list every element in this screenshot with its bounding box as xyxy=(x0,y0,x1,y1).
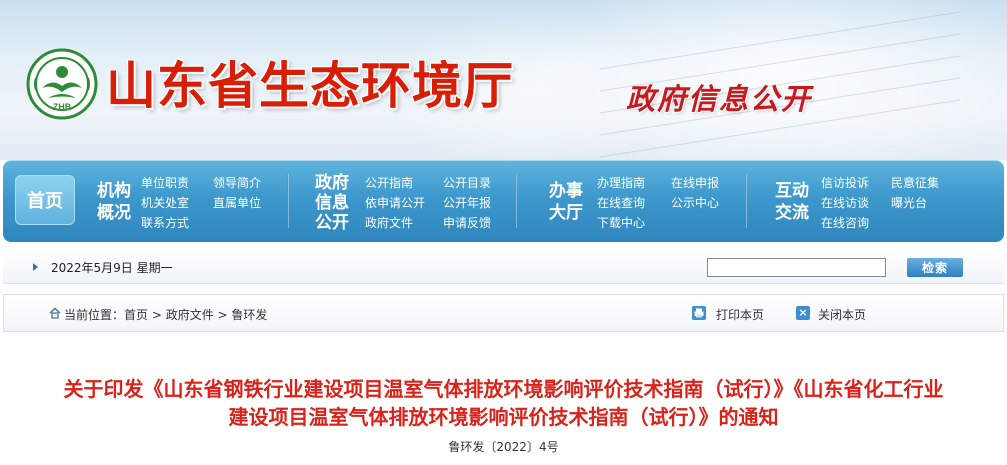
nav-link-departments[interactable]: 机关处室 xyxy=(141,194,189,211)
breadcrumb-separator: > xyxy=(148,308,166,322)
nav-link-annual-report[interactable]: 公开年报 xyxy=(443,194,491,211)
nav-heading-service[interactable]: 办事 大厅 xyxy=(541,172,591,232)
nav-link-feedback[interactable]: 申请反馈 xyxy=(443,214,491,231)
nav-group-service: 办事 大厅 办理指南 在线申报 在线查询 公示中心 下载中心 xyxy=(541,172,731,232)
home-icon xyxy=(49,307,61,319)
date-search-bar: 2022年5月9日 星期一 检索 xyxy=(3,250,1004,284)
nav-link-exposure[interactable]: 曝光台 xyxy=(891,194,927,211)
nav-heading-interact[interactable]: 互动 交流 xyxy=(767,172,817,232)
article-title-line1: 关于印发《山东省钢铁行业建设项目温室气体排放环境影响评价技术指南（试行）》《山东… xyxy=(63,377,944,401)
nav-link-consult[interactable]: 在线咨询 xyxy=(821,214,869,231)
site-subtitle: 政府信息公开 xyxy=(626,82,813,116)
search-input[interactable] xyxy=(707,258,886,277)
nav-link-interview[interactable]: 在线访谈 xyxy=(821,194,869,211)
breadcrumb-gov-files[interactable]: 政府文件 xyxy=(166,308,214,322)
breadcrumb-current[interactable]: 鲁环发 xyxy=(231,308,267,322)
article-title-line2: 建设项目温室气体排放环境影响评价技术指南（试行）》的通知 xyxy=(228,405,779,429)
nav-heading-info[interactable]: 政府 信息 公开 xyxy=(307,170,357,236)
nav-link-online-query[interactable]: 在线查询 xyxy=(597,194,645,211)
breadcrumb-bar: 当前位置：首页 > 政府文件 > 鲁环发 打印本页 × 关闭本页 xyxy=(3,294,1004,332)
nav-group-org: 机构 概况 单位职责 领导简介 机关处室 直属单位 联系方式 xyxy=(89,172,279,232)
nav-link-guide[interactable]: 公开指南 xyxy=(365,174,413,191)
site-title: 山东省生态环境厅 xyxy=(106,56,514,115)
nav-link-duties[interactable]: 单位职责 xyxy=(141,174,189,191)
nav-link-gov-files[interactable]: 政府文件 xyxy=(365,214,413,231)
nav-link-complaint[interactable]: 信访投诉 xyxy=(821,174,869,191)
nav-group-interact: 互动 交流 信访投诉 民意征集 在线访谈 曝光台 在线咨询 xyxy=(767,172,967,232)
current-date: 2022年5月9日 星期一 xyxy=(51,261,173,275)
nav-link-leaders[interactable]: 领导简介 xyxy=(213,174,261,191)
nav-link-online-apply[interactable]: 在线申报 xyxy=(671,174,719,191)
header-banner: ZHB 山东省生态环境厅 政府信息公开 xyxy=(0,0,1007,160)
close-icon[interactable]: × xyxy=(796,306,810,320)
nav-home-button[interactable]: 首页 xyxy=(15,175,75,225)
article-title: 关于印发《山东省钢铁行业建设项目温室气体排放环境影响评价技术指南（试行）》《山东… xyxy=(0,375,1007,431)
document-number: 鲁环发〔2022〕4号 xyxy=(448,440,559,454)
nav-link-affiliates[interactable]: 直属单位 xyxy=(213,194,261,211)
page-root: ZHB 山东省生态环境厅 政府信息公开 首页 机构 概况 单位职责 领导简介 机关… xyxy=(0,0,1007,465)
nav-link-apply[interactable]: 依申请公开 xyxy=(365,194,425,211)
breadcrumb-home[interactable]: 首页 xyxy=(124,308,148,322)
nav-link-procedure[interactable]: 办理指南 xyxy=(597,174,645,191)
nav-link-opinion[interactable]: 民意征集 xyxy=(891,174,939,191)
print-icon[interactable] xyxy=(692,306,706,320)
nav-separator xyxy=(745,174,747,228)
nav-separator xyxy=(515,174,517,228)
search-button[interactable]: 检索 xyxy=(907,258,963,277)
breadcrumb: 当前位置：首页 > 政府文件 > 鲁环发 xyxy=(64,306,267,323)
nav-link-notice-center[interactable]: 公示中心 xyxy=(671,194,719,211)
main-nav: 首页 机构 概况 单位职责 领导简介 机关处室 直属单位 联系方式 政府 信息 公开 … xyxy=(3,160,1004,242)
breadcrumb-separator: > xyxy=(213,308,232,322)
nav-link-contact[interactable]: 联系方式 xyxy=(141,214,189,231)
nav-link-downloads[interactable]: 下载中心 xyxy=(597,214,645,231)
print-page-button[interactable]: 打印本页 xyxy=(716,306,764,323)
close-page-button[interactable]: 关闭本页 xyxy=(818,306,866,323)
nav-link-catalog[interactable]: 公开目录 xyxy=(443,174,491,191)
arrow-right-icon xyxy=(33,263,38,271)
logo-text: ZHB xyxy=(53,102,72,112)
nav-group-info: 政府 信息 公开 公开指南 公开目录 依申请公开 公开年报 政府文件 申请反馈 xyxy=(307,172,507,233)
breadcrumb-prefix: 当前位置： xyxy=(64,308,125,322)
nav-heading-org[interactable]: 机构 概况 xyxy=(89,172,139,232)
site-logo-icon: ZHB xyxy=(26,48,98,120)
nav-separator xyxy=(287,174,289,228)
